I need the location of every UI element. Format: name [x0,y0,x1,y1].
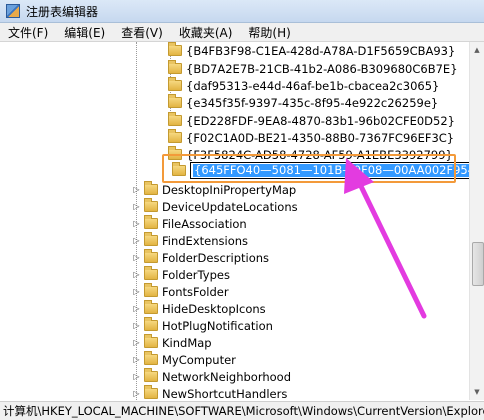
tree-item[interactable]: ▷ KindMap [132,334,212,351]
title-bar: 注册表编辑器 [0,0,484,23]
expand-arrow-icon[interactable]: ▷ [132,202,141,211]
tree-item[interactable]: {BD7A2E7B-21CB-41b2-A086-B309680C6B7E} [168,60,458,77]
tree-item[interactable]: ▷ NetworkNeighborhood [132,368,291,385]
folder-icon [144,351,158,365]
status-bar: 计算机\HKEY_LOCAL_MACHINE\SOFTWARE\Microsof… [0,401,484,420]
expand-arrow-icon[interactable]: ▷ [132,321,141,330]
tree-item[interactable]: ▷ FolderTypes [132,266,230,283]
expand-arrow-icon[interactable]: ▷ [132,355,141,364]
scroll-thumb[interactable] [472,242,484,286]
tree-item-label: HideDesktopIcons [162,301,266,316]
folder-icon [144,300,158,314]
tree-item[interactable]: ▷ FolderDescriptions [132,249,269,266]
tree-item-label: HotPlugNotification [162,318,273,333]
expand-arrow-icon[interactable]: ▷ [132,219,141,228]
tree-item-label: {e345f35f-9397-435c-8f95-4e922c26259e} [186,95,439,110]
tree-item-label: {BD7A2E7B-21CB-41b2-A086-B309680C6B7E} [186,61,458,76]
folder-icon [168,60,182,74]
expand-arrow-icon[interactable]: ▷ [132,287,141,296]
tree-item[interactable]: ▷ FontsFolder [132,283,229,300]
tree-item-label: FindExtensions [162,233,249,248]
tree-item-label: NetworkNeighborhood [162,369,291,384]
tree-item-label: {F02C1A0D-BE21-4350-88B0-7367FC96EF3C} [186,130,455,145]
tree-item[interactable]: {F02C1A0D-BE21-4350-88B0-7367FC96EF3C} [168,129,454,146]
tree-item-label: {ED228FDF-9EA8-4870-83b1-96b02CFE0D52} [186,113,455,128]
menu-help[interactable]: 帮助(H) [240,24,298,41]
menu-edit[interactable]: 编辑(E) [56,24,113,41]
folder-icon [168,129,182,143]
expand-arrow-icon[interactable]: ▷ [132,236,141,245]
expand-arrow-icon[interactable]: ▷ [132,270,141,279]
tree-item[interactable]: ▷ HideDesktopIcons [132,300,266,317]
tree-item[interactable]: {e345f35f-9397-435c-8f95-4e922c26259e} [168,94,438,111]
folder-icon [168,77,182,91]
tree-item[interactable]: ▷ MyComputer [132,351,236,368]
tree-item[interactable]: ▷ DesktopIniPropertyMap [132,181,296,198]
tree-item-label: FolderTypes [162,267,230,282]
folder-icon [168,42,182,56]
tree-item-label: {B4FB3F98-C1EA-428d-A78A-D1F5659CBA93} [186,43,456,58]
tree-item-label: MyComputer [162,352,236,367]
scroll-up-icon[interactable]: ▲ [471,43,483,57]
status-path: 计算机\HKEY_LOCAL_MACHINE\SOFTWARE\Microsof… [3,404,484,418]
expand-arrow-icon[interactable]: ▷ [132,304,141,313]
tree-item-label: {daf95313-e44d-46af-be1b-cbacea2c3065} [186,78,440,93]
tree-item[interactable]: {B4FB3F98-C1EA-428d-A78A-D1F5659CBA93} [168,42,455,59]
tree-item[interactable]: ▷ DeviceUpdateLocations [132,198,298,215]
folder-icon [168,94,182,108]
expand-arrow-icon[interactable]: ▷ [132,389,141,398]
tree-item-label: FolderDescriptions [162,250,270,265]
folder-icon [144,385,158,399]
folder-icon [168,112,182,126]
tree-item-label: KindMap [162,335,212,350]
tree-item[interactable]: ▷ FindExtensions [132,232,248,249]
folder-icon [144,368,158,382]
tree-item-label: DesktopIniPropertyMap [162,182,297,197]
folder-icon [144,249,158,263]
registry-tree: {B4FB3F98-C1EA-428d-A78A-D1F5659CBA93} {… [0,42,470,400]
expand-arrow-icon[interactable]: ▷ [132,253,141,262]
expand-arrow-icon[interactable]: ▷ [132,185,141,194]
folder-icon [144,215,158,229]
folder-icon [144,266,158,280]
regedit-app-icon [6,4,20,18]
vertical-scrollbar[interactable]: ▲ ▼ [469,42,484,400]
folder-icon [144,198,158,212]
tree-item-label: NewShortcutHandlers [162,386,288,401]
folder-icon [144,232,158,246]
expand-arrow-icon[interactable]: ▷ [132,372,141,381]
scroll-down-icon[interactable]: ▼ [471,385,483,399]
menu-file[interactable]: 文件(F) [0,24,56,41]
folder-icon [144,181,158,195]
tree-item[interactable]: {ED228FDF-9EA8-4870-83b1-96b02CFE0D52} [168,112,455,129]
folder-icon [144,283,158,297]
tree-item-label: FileAssociation [162,216,247,231]
tree-item-label: DeviceUpdateLocations [162,199,298,214]
orange-highlight-frame [162,154,456,183]
folder-icon [144,317,158,331]
window-title: 注册表编辑器 [26,4,99,19]
tree-item[interactable]: ▷ NewShortcutHandlers [132,385,287,400]
folder-icon [144,334,158,348]
expand-arrow-icon[interactable]: ▷ [132,338,141,347]
tree-item[interactable]: ▷ FileAssociation [132,215,247,232]
menu-view[interactable]: 查看(V) [113,24,171,41]
tree-item[interactable]: ▷ HotPlugNotification [132,317,273,334]
menu-favorites[interactable]: 收藏夹(A) [171,24,241,41]
tree-item-label: FontsFolder [162,284,229,299]
tree-item[interactable]: {daf95313-e44d-46af-be1b-cbacea2c3065} [168,77,439,94]
menu-bar: 文件(F) 编辑(E) 查看(V) 收藏夹(A) 帮助(H) [0,23,484,42]
